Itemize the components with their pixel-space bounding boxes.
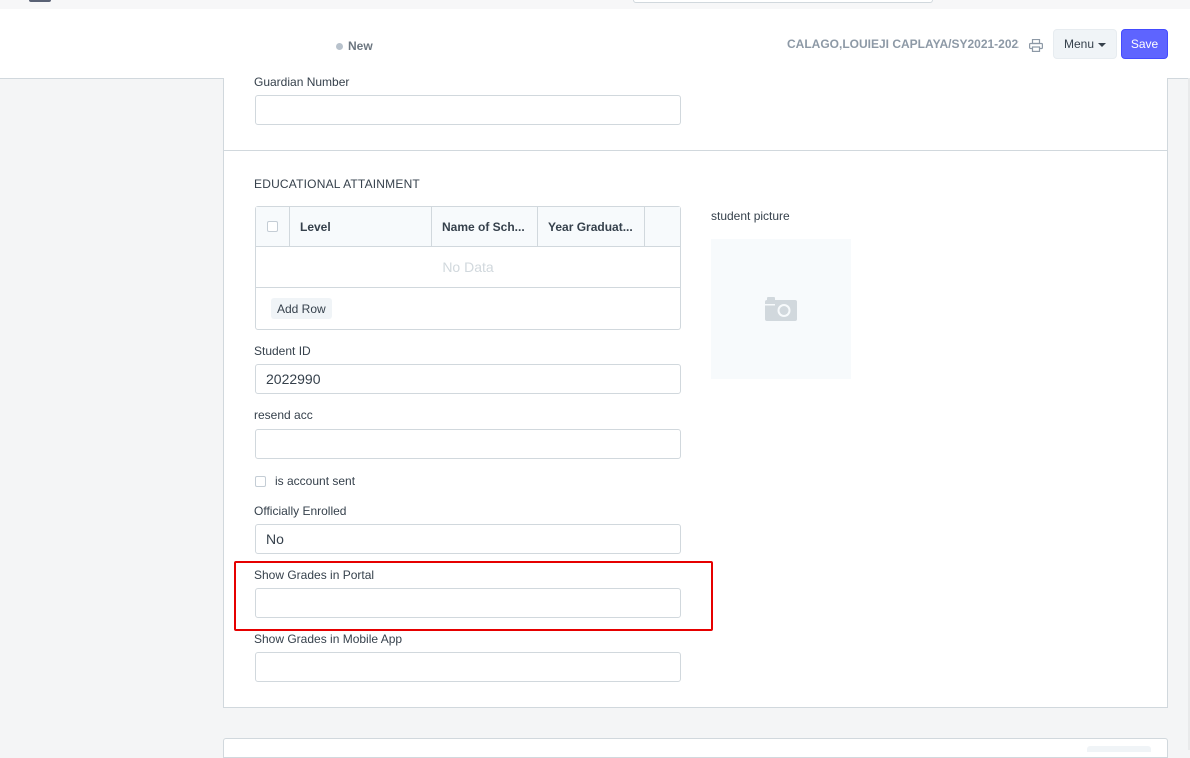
app-logo[interactable] — [29, 0, 51, 2]
menu-button[interactable]: Menu — [1053, 29, 1117, 59]
show-grades-mobile-field[interactable] — [255, 652, 681, 682]
student-picture-label: student picture — [711, 209, 790, 223]
resend-acc-label: resend acc — [254, 408, 313, 422]
document-title: CALAGO,LOUIEJI CAPLAYA/SY2021-2022... — [787, 37, 1019, 51]
student-id-field[interactable]: 2022990 — [255, 364, 681, 394]
form-panel: Guardian Number EDUCATIONAL ATTAINMENT L… — [223, 75, 1168, 708]
educational-attainment-heading: EDUCATIONAL ATTAINMENT — [254, 177, 420, 191]
guardian-number-field[interactable] — [255, 95, 681, 125]
printer-icon — [1029, 38, 1043, 52]
column-header-level: Level — [290, 207, 432, 246]
menu-button-label: Menu — [1063, 37, 1095, 51]
show-grades-mobile-label: Show Grades in Mobile App — [254, 632, 403, 646]
column-header-actions — [645, 207, 680, 246]
next-section-button[interactable] — [1087, 746, 1151, 752]
column-header-school-name: Name of Sch... — [432, 207, 538, 246]
student-picture-upload[interactable] — [711, 239, 851, 379]
save-button[interactable]: Save — [1121, 29, 1168, 59]
student-id-label: Student ID — [254, 344, 311, 358]
select-all-checkbox[interactable] — [267, 221, 278, 232]
show-grades-portal-field[interactable] — [255, 588, 681, 618]
guardian-number-label: Guardian Number — [254, 75, 350, 89]
search-bar[interactable] — [633, 0, 933, 3]
status-indicator: New — [336, 39, 373, 53]
page-head: New CALAGO,LOUIEJI CAPLAYA/SY2021-2022..… — [0, 9, 1190, 79]
educational-attainment-table: Level Name of Sch... Year Graduat... No … — [255, 206, 681, 330]
resend-acc-field[interactable] — [255, 429, 681, 459]
print-button[interactable] — [1027, 36, 1045, 54]
column-header-year-graduated: Year Graduat... — [538, 207, 645, 246]
status-label: New — [348, 39, 373, 53]
camera-icon — [765, 297, 797, 321]
officially-enrolled-label: Officially Enrolled — [254, 504, 347, 518]
show-grades-portal-label: Show Grades in Portal — [254, 568, 375, 582]
caret-down-icon — [1098, 42, 1107, 47]
is-account-sent-label: is account sent — [275, 474, 356, 488]
table-header: Level Name of Sch... Year Graduat... — [256, 207, 680, 247]
select-all-checkbox-cell[interactable] — [256, 207, 290, 246]
is-account-sent-checkbox[interactable] — [255, 475, 266, 487]
next-section-panel — [223, 738, 1168, 758]
is-account-sent-row[interactable]: is account sent — [255, 474, 355, 488]
table-empty-state: No Data — [256, 247, 680, 288]
add-row-button[interactable]: Add Row — [271, 298, 332, 319]
officially-enrolled-select[interactable]: No — [255, 524, 681, 554]
status-dot — [336, 42, 343, 50]
section-divider — [224, 150, 1167, 151]
